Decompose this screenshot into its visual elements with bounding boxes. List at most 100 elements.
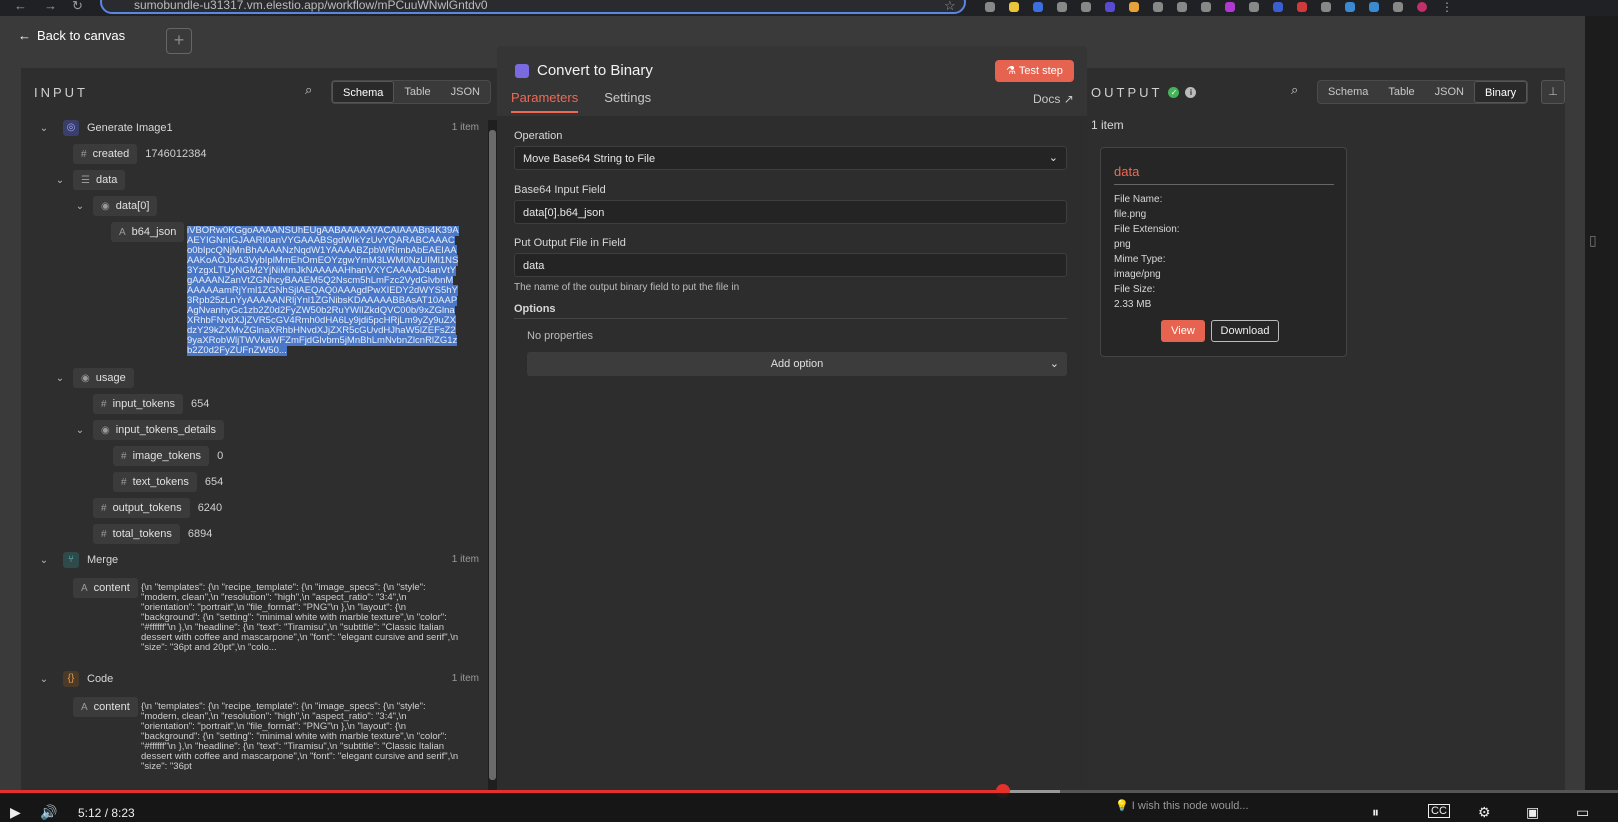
field-merge-content[interactable]: Acontent bbox=[73, 578, 138, 598]
extension-icon[interactable] bbox=[1297, 2, 1307, 12]
field-b64-json[interactable]: Ab64_json bbox=[111, 222, 185, 242]
chevron-down-icon[interactable]: ⌄ bbox=[37, 123, 51, 134]
field-total-tokens[interactable]: # total_tokens 6894 bbox=[93, 524, 212, 544]
list-type-icon: ☰ bbox=[81, 174, 90, 186]
extension-icon[interactable] bbox=[1009, 2, 1019, 12]
node-feedback-hint[interactable]: 💡 I wish this node would... bbox=[1115, 799, 1249, 812]
operation-select[interactable]: Move Base64 String to File ⌄ bbox=[514, 146, 1067, 170]
extension-icons: ⋮ bbox=[985, 0, 1605, 14]
captions-icon[interactable]: CC bbox=[1428, 804, 1450, 818]
code-content-value[interactable]: {\n "templates": {\n "recipe_template": … bbox=[141, 702, 459, 770]
add-node-button[interactable]: + bbox=[166, 28, 192, 54]
field-usage[interactable]: ⌄ ◉ usage bbox=[53, 368, 134, 388]
field-image-tokens[interactable]: # image_tokens 0 bbox=[113, 446, 223, 466]
field-created[interactable]: # created 1746012384 bbox=[73, 144, 206, 164]
view-button[interactable]: View bbox=[1161, 320, 1205, 342]
number-type-icon: # bbox=[81, 148, 87, 160]
tab-parameters[interactable]: Parameters bbox=[511, 90, 579, 113]
no-properties-text: No properties bbox=[527, 330, 594, 342]
extension-icon[interactable] bbox=[1201, 2, 1211, 12]
tab-table[interactable]: Table bbox=[1378, 81, 1424, 103]
field-input-tokens[interactable]: # input_tokens 654 bbox=[93, 394, 209, 414]
profile-avatar-icon[interactable] bbox=[1417, 2, 1427, 12]
menu-dots-icon[interactable]: ⋮ bbox=[1441, 0, 1453, 14]
field-code-content[interactable]: Acontent bbox=[73, 697, 138, 717]
extension-icon[interactable] bbox=[1033, 2, 1043, 12]
info-icon[interactable]: i bbox=[1185, 87, 1197, 98]
flask-icon: ⚗ bbox=[1006, 65, 1016, 77]
back-to-canvas-link[interactable]: ← Back to canvas bbox=[18, 28, 125, 43]
tab-schema[interactable]: Schema bbox=[332, 81, 395, 103]
docs-link[interactable]: Docs ↗ bbox=[1033, 92, 1074, 106]
output-field-input[interactable]: data bbox=[514, 253, 1067, 277]
b64-field-input[interactable]: data[0].b64_json bbox=[514, 200, 1067, 224]
parameters-body: Operation Move Base64 String to File ⌄ B… bbox=[497, 116, 1087, 816]
number-type-icon: # bbox=[121, 476, 127, 488]
back-arrow-icon[interactable]: ← bbox=[14, 0, 27, 13]
chevron-down-icon[interactable]: ⌄ bbox=[37, 674, 51, 685]
extension-icon[interactable] bbox=[985, 2, 995, 12]
gear-icon[interactable]: ⚙ bbox=[1478, 804, 1491, 821]
extension-icon[interactable] bbox=[1105, 2, 1115, 12]
field-text-tokens[interactable]: # text_tokens 654 bbox=[113, 472, 223, 492]
theater-mode-icon[interactable]: ▭ bbox=[1576, 804, 1589, 821]
miniplayer-icon[interactable]: ▣ bbox=[1526, 804, 1539, 821]
output-panel-title: OUTPUT bbox=[1091, 85, 1163, 100]
node-tabs: Parameters Settings bbox=[511, 90, 651, 113]
node-title: Convert to Binary bbox=[515, 62, 653, 79]
search-icon[interactable]: ⌕ bbox=[1291, 82, 1298, 98]
number-type-icon: # bbox=[101, 398, 107, 410]
field-input-tokens-details[interactable]: ⌄ ◉ input_tokens_details bbox=[73, 420, 225, 440]
volume-icon[interactable]: 🔊 bbox=[40, 804, 57, 821]
forward-arrow-icon[interactable]: → bbox=[44, 0, 57, 13]
chevron-down-icon[interactable]: ⌄ bbox=[73, 201, 87, 212]
chevron-down-icon[interactable]: ⌄ bbox=[37, 555, 51, 566]
tree-node-code[interactable]: ⌄ {} Code bbox=[37, 671, 113, 687]
extension-icon[interactable] bbox=[1177, 2, 1187, 12]
arrow-left-icon: ← bbox=[18, 28, 31, 43]
tab-settings[interactable]: Settings bbox=[604, 90, 651, 113]
number-type-icon: # bbox=[101, 502, 107, 514]
tab-json[interactable]: JSON bbox=[1425, 81, 1474, 103]
tree-node-generate-image[interactable]: ⌄ ◎ Generate Image1 bbox=[37, 120, 173, 136]
add-option-select[interactable]: Add option ⌄ bbox=[527, 352, 1067, 376]
chevron-down-icon[interactable]: ⌄ bbox=[53, 175, 67, 186]
chevron-down-icon[interactable]: ⌄ bbox=[53, 373, 67, 384]
chevron-down-icon[interactable]: ⌄ bbox=[73, 425, 87, 436]
extension-icon[interactable] bbox=[1393, 2, 1403, 12]
extension-icon[interactable] bbox=[1345, 2, 1355, 12]
video-time: 5:12 / 8:23 bbox=[78, 806, 135, 820]
extension-icon[interactable] bbox=[1153, 2, 1163, 12]
field-data-0[interactable]: ⌄ ◉ data[0] bbox=[73, 196, 158, 216]
extension-icon[interactable] bbox=[1369, 2, 1379, 12]
extension-icon[interactable] bbox=[1249, 2, 1259, 12]
autoplay-toggle-icon[interactable]: ⏸ bbox=[1372, 804, 1379, 821]
download-button[interactable]: Download bbox=[1211, 320, 1279, 342]
tree-node-merge[interactable]: ⌄ ⑂ Merge bbox=[37, 552, 118, 568]
reload-icon[interactable]: ↻ bbox=[72, 0, 83, 14]
field-data[interactable]: ⌄ ☰ data bbox=[53, 170, 126, 190]
extension-icon[interactable] bbox=[1057, 2, 1067, 12]
file-name-label: File Name: bbox=[1114, 194, 1163, 205]
merge-content-value[interactable]: {\n "templates": {\n "recipe_template": … bbox=[141, 583, 459, 663]
extension-icon[interactable] bbox=[1273, 2, 1283, 12]
tab-schema[interactable]: Schema bbox=[1318, 81, 1378, 103]
extension-icon[interactable] bbox=[1129, 2, 1139, 12]
pin-icon[interactable]: ⊥ bbox=[1541, 80, 1565, 104]
input-scrollbar-thumb[interactable] bbox=[489, 130, 496, 780]
tab-binary[interactable]: Binary bbox=[1474, 81, 1528, 103]
item-count: 1 item bbox=[451, 122, 479, 133]
extension-icon[interactable] bbox=[1321, 2, 1331, 12]
url-bar[interactable]: sumobundle-u31317.vm.elestio.app/workflo… bbox=[100, 0, 966, 14]
file-ext-label: File Extension: bbox=[1114, 224, 1180, 235]
test-step-button[interactable]: ⚗ Test step bbox=[995, 60, 1074, 82]
search-icon[interactable]: ⌕ bbox=[305, 82, 312, 98]
extension-icon[interactable] bbox=[1225, 2, 1235, 12]
extension-icon[interactable] bbox=[1081, 2, 1091, 12]
b64-json-value[interactable]: iVBORw0KGgoAAAANSUhEUgAABAAAAAYACAIAAABn… bbox=[187, 226, 459, 358]
bookmark-star-icon[interactable]: ☆ bbox=[944, 0, 956, 14]
tab-table[interactable]: Table bbox=[394, 81, 440, 103]
field-output-tokens[interactable]: # output_tokens 6240 bbox=[93, 498, 222, 518]
play-icon[interactable]: ▶ bbox=[10, 804, 21, 821]
tab-json[interactable]: JSON bbox=[441, 81, 490, 103]
